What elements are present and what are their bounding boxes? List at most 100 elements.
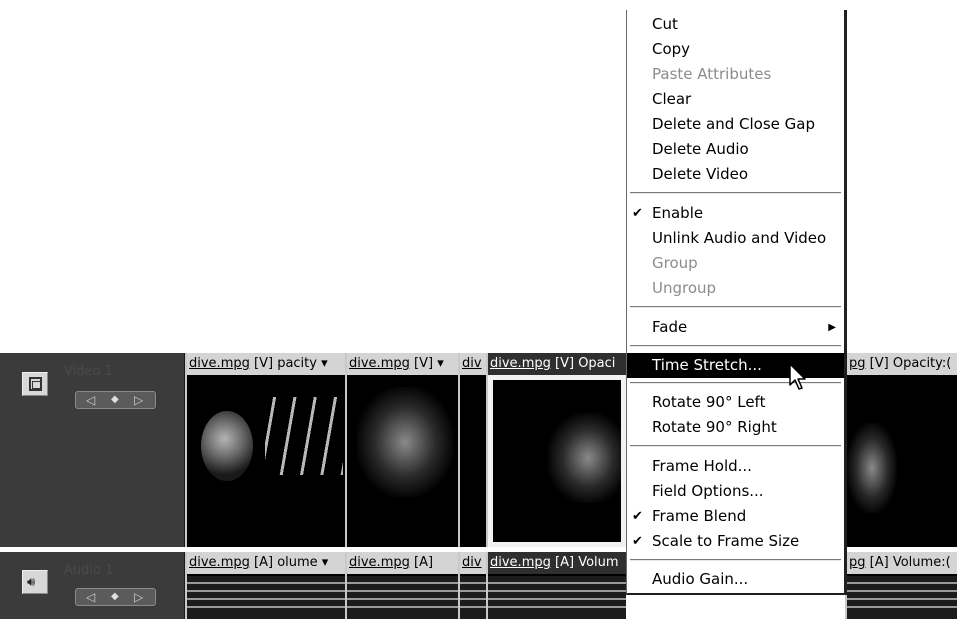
clip-label: dive.mpg [V] pacity ▾ — [187, 353, 345, 375]
menu-item-label: Field Options... — [652, 482, 764, 500]
video-clip[interactable]: dive.mpg [V] pacity ▾ — [185, 353, 345, 547]
clip-parameter: Opacity:( — [892, 356, 952, 371]
menu-item-rotate-90-right[interactable]: Rotate 90° Right — [627, 415, 844, 440]
menu-item-label: Unlink Audio and Video — [652, 229, 827, 247]
menu-item-label: Time Stretch... — [652, 356, 762, 374]
selected-audio-clip[interactable]: dive.mpg [A] Volum — [486, 552, 626, 619]
next-keyframe-icon[interactable]: ▷ — [134, 392, 143, 408]
menu-item-label: Enable — [652, 204, 704, 222]
menu-item-label: Scale to Frame Size — [652, 532, 800, 550]
menu-item-audio-gain[interactable]: Audio Gain... — [627, 567, 844, 592]
audio-clip[interactable]: dive.mpg [A] olume ▾ — [185, 552, 345, 619]
menu-separator — [630, 345, 841, 347]
video-clip[interactable]: pg [V] Opacity:( — [845, 353, 957, 547]
clip-label: dive.mpg [A] — [347, 552, 458, 574]
clip-filename: dive.mpg — [490, 555, 551, 570]
audio-keyframe-navigator[interactable]: ◁ ◆ ▷ — [75, 588, 156, 606]
menu-item-label: Fade — [652, 318, 688, 336]
audio-track-header[interactable]: Audio 1 🔊︎ ◁ ◆ ▷ — [0, 552, 185, 619]
next-keyframe-icon[interactable]: ▷ — [134, 589, 143, 605]
audio-clip[interactable]: dive.mpg [A] — [345, 552, 458, 619]
menu-item-label: Paste Attributes — [652, 65, 772, 83]
menu-item-label: Delete Audio — [652, 140, 749, 158]
menu-item-label: Delete and Close Gap — [652, 115, 816, 133]
menu-item-paste-attributes: Paste Attributes — [627, 62, 844, 87]
audio-waveform — [187, 576, 345, 619]
menu-item-enable[interactable]: ✔ Enable — [627, 201, 844, 226]
clip-tag: [A] — [555, 555, 575, 570]
clip-filename: div — [462, 356, 482, 371]
menu-item-delete-audio[interactable]: Delete Audio — [627, 137, 844, 162]
add-keyframe-icon[interactable]: ◆ — [111, 392, 119, 408]
submenu-arrow-icon: ▶ — [828, 322, 836, 333]
selection-outline — [488, 375, 626, 547]
clip-filename: dive.mpg — [189, 555, 250, 570]
audio-waveform — [347, 576, 458, 619]
film-icon — [29, 377, 42, 391]
mouse-pointer-icon — [789, 363, 806, 390]
clip-parameter: olume ▾ — [277, 555, 329, 570]
menu-item-frame-blend[interactable]: ✔ Frame Blend — [627, 504, 844, 529]
clip-label: div — [460, 552, 486, 574]
video-track-name: Video 1 — [64, 364, 113, 379]
video-keyframe-navigator[interactable]: ◁ ◆ ▷ — [75, 391, 156, 409]
audio-clip[interactable]: pg [A] Volume:( — [845, 552, 957, 619]
clip-tag: [A] — [869, 555, 889, 570]
menu-separator — [630, 559, 841, 561]
clip-label: dive.mpg [A] olume ▾ — [187, 552, 345, 574]
previous-keyframe-icon[interactable]: ◁ — [86, 589, 95, 605]
video-track-toggle-button[interactable] — [22, 372, 48, 396]
menu-item-rotate-90-left[interactable]: Rotate 90° Left — [627, 390, 844, 415]
audio-track-name: Audio 1 — [64, 563, 114, 578]
menu-item-fade[interactable]: Fade ▶ — [627, 315, 844, 340]
menu-item-label: Audio Gain... — [652, 570, 749, 588]
clip-parameter: ▾ — [437, 356, 444, 371]
frame-thumbnail — [357, 387, 453, 497]
audio-clip[interactable]: div — [458, 552, 486, 619]
previous-keyframe-icon[interactable]: ◁ — [86, 392, 95, 408]
selected-video-clip[interactable]: dive.mpg [V] Opaci — [486, 353, 626, 547]
menu-item-label: Ungroup — [652, 279, 717, 297]
speaker-icon: 🔊︎ — [27, 575, 36, 590]
audio-waveform — [847, 576, 957, 619]
video-clip[interactable]: div — [458, 353, 486, 547]
clip-parameter: Opaci — [578, 356, 616, 371]
video-track-header[interactable]: Video 1 ◁ ◆ ▷ — [0, 353, 185, 547]
menu-item-cut[interactable]: Cut — [627, 12, 844, 37]
clip-tag: [A] — [254, 555, 274, 570]
menu-separator — [630, 382, 841, 384]
menu-item-label: Delete Video — [652, 165, 749, 183]
clip-parameter: Volume:( — [892, 555, 951, 570]
add-keyframe-icon[interactable]: ◆ — [111, 589, 119, 605]
menu-item-unlink-audio-and-video[interactable]: Unlink Audio and Video — [627, 226, 844, 251]
checkmark-icon: ✔ — [632, 534, 643, 549]
menu-item-ungroup: Ungroup — [627, 276, 844, 301]
menu-item-label: Rotate 90° Left — [652, 393, 766, 411]
menu-item-delete-video[interactable]: Delete Video — [627, 162, 844, 187]
menu-item-label: Rotate 90° Right — [652, 418, 777, 436]
clip-label: dive.mpg [A] Volum — [488, 552, 626, 574]
clip-label: dive.mpg [V] Opaci — [488, 353, 626, 375]
menu-item-scale-to-frame-size[interactable]: ✔ Scale to Frame Size — [627, 529, 844, 554]
clip-filename: dive.mpg — [349, 555, 410, 570]
clip-filename: pg — [849, 555, 866, 570]
menu-item-time-stretch[interactable]: Time Stretch... — [627, 353, 844, 378]
audio-track-toggle-button[interactable]: 🔊︎ — [22, 570, 48, 594]
menu-item-label: Frame Hold... — [652, 457, 752, 475]
clip-parameter: Volum — [578, 555, 619, 570]
clip-tag: [A] — [414, 555, 434, 570]
audio-waveform — [460, 576, 486, 619]
menu-item-frame-hold[interactable]: Frame Hold... — [627, 454, 844, 479]
video-clip[interactable]: dive.mpg [V] ▾ — [345, 353, 458, 547]
menu-item-copy[interactable]: Copy — [627, 37, 844, 62]
frame-thumbnail — [265, 397, 343, 475]
clip-tag: [V] — [414, 356, 434, 371]
clip-label: dive.mpg [V] ▾ — [347, 353, 458, 375]
menu-item-field-options[interactable]: Field Options... — [627, 479, 844, 504]
clip-filename: dive.mpg — [490, 356, 551, 371]
clip-tag: [V] — [869, 356, 889, 371]
clip-filename: div — [462, 555, 482, 570]
menu-item-delete-and-close-gap[interactable]: Delete and Close Gap — [627, 112, 844, 137]
menu-item-clear[interactable]: Clear — [627, 87, 844, 112]
clip-label: pg [V] Opacity:( — [847, 353, 957, 375]
